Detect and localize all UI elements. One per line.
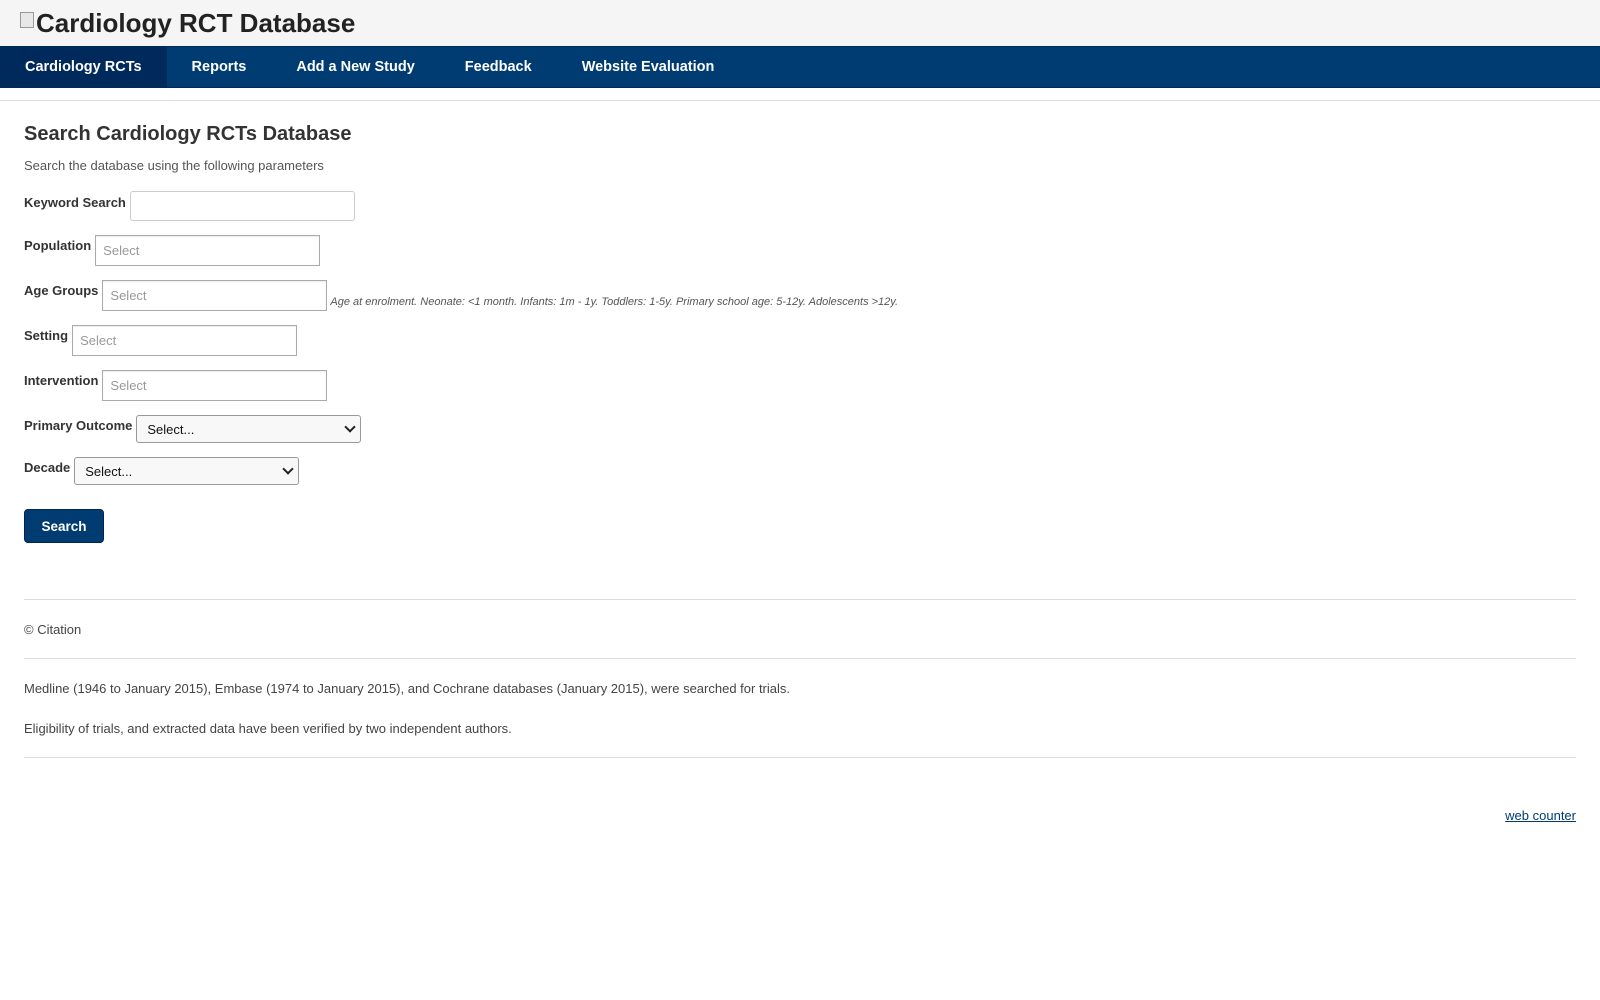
age-groups-label: Age Groups	[24, 283, 99, 298]
setting-row: Setting Select	[24, 325, 1576, 356]
site-logo[interactable]: Cardiology RCT Database	[20, 8, 355, 39]
setting-select[interactable]: Select	[72, 325, 298, 356]
age-groups-hint: Age at enrolment. Neonate: <1 month. Inf…	[330, 296, 899, 308]
divider	[24, 658, 1576, 659]
setting-label: Setting	[24, 328, 69, 343]
population-select[interactable]: Select	[95, 235, 321, 266]
population-row: Population Select	[24, 235, 1576, 266]
intervention-label: Intervention	[24, 373, 99, 388]
decade-label: Decade	[24, 460, 71, 475]
verification-note: Eligibility of trials, and extracted dat…	[24, 721, 512, 736]
main-nav: Cardiology RCTs Reports Add a New Study …	[0, 46, 1600, 88]
primary-outcome-value: Select...	[147, 421, 195, 437]
decade-dropdown[interactable]: Select...	[74, 457, 300, 485]
keyword-search-input[interactable]	[129, 191, 355, 221]
nav-reports[interactable]: Reports	[167, 47, 272, 87]
keyword-label: Keyword Search	[24, 195, 126, 210]
primary-outcome-label: Primary Outcome	[24, 418, 133, 433]
citation-text: © Citation	[24, 622, 82, 637]
nav-add-study[interactable]: Add a New Study	[271, 47, 439, 87]
web-counter-link[interactable]: web counter	[1505, 808, 1576, 823]
age-groups-row: Age Groups Select Age at enrolment. Neon…	[24, 280, 1576, 311]
primary-outcome-dropdown[interactable]: Select...	[136, 415, 362, 443]
population-label: Population	[24, 238, 92, 253]
nav-cardiology-rcts[interactable]: Cardiology RCTs	[0, 47, 167, 87]
chevron-down-icon	[282, 463, 294, 475]
divider	[24, 599, 1576, 600]
intervention-select[interactable]: Select	[102, 370, 328, 401]
page-subtitle: Search the database using the following …	[24, 158, 324, 173]
page-title: Search Cardiology RCTs Database	[24, 123, 352, 145]
keyword-row: Keyword Search	[24, 191, 1576, 221]
broken-image-icon	[20, 11, 34, 28]
age-groups-select[interactable]: Select	[102, 280, 328, 311]
search-form: Search Cardiology RCTs Database Search t…	[24, 100, 1576, 758]
divider	[24, 757, 1576, 758]
site-header: Cardiology RCT Database	[0, 0, 1600, 46]
decade-value: Select...	[85, 463, 133, 479]
logo-text: Cardiology RCT Database	[36, 8, 356, 38]
search-button[interactable]: Search	[24, 509, 104, 543]
nav-feedback[interactable]: Feedback	[440, 47, 557, 87]
decade-row: Decade Select...	[24, 457, 1576, 485]
primary-outcome-row: Primary Outcome Select...	[24, 415, 1576, 443]
chevron-down-icon	[344, 421, 357, 433]
intervention-row: Intervention Select	[24, 370, 1576, 401]
nav-website-evaluation[interactable]: Website Evaluation	[557, 47, 740, 87]
search-sources-note: Medline (1946 to January 2015), Embase (…	[24, 681, 791, 696]
